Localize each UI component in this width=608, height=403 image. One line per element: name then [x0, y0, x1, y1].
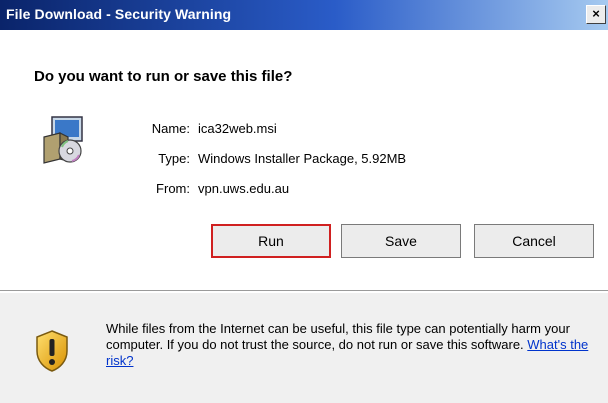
warning-message: While files from the Internet can be use…	[106, 321, 600, 369]
close-button[interactable]: ×	[586, 5, 606, 24]
run-button[interactable]: Run	[211, 224, 331, 258]
security-warning-dialog: File Download - Security Warning × Do yo…	[0, 0, 608, 403]
shield-warning-icon	[36, 330, 68, 372]
warning-text: While files from the Internet can be use…	[106, 321, 570, 352]
file-name-label: Name:	[151, 121, 190, 136]
cancel-button[interactable]: Cancel	[474, 224, 594, 258]
title-bar[interactable]: File Download - Security Warning ×	[0, 0, 608, 30]
file-name-value: ica32web.msi	[198, 121, 277, 136]
dialog-title: File Download - Security Warning	[6, 6, 232, 22]
file-type-value: Windows Installer Package, 5.92MB	[198, 151, 407, 166]
section-divider	[0, 290, 608, 292]
save-button[interactable]: Save	[341, 224, 461, 258]
file-source-value: vpn.uws.edu.au	[198, 181, 290, 196]
question-heading: Do you want to run or save this file?	[34, 68, 293, 85]
file-type-label: Type:	[158, 151, 190, 166]
file-source-label: From:	[156, 181, 190, 196]
